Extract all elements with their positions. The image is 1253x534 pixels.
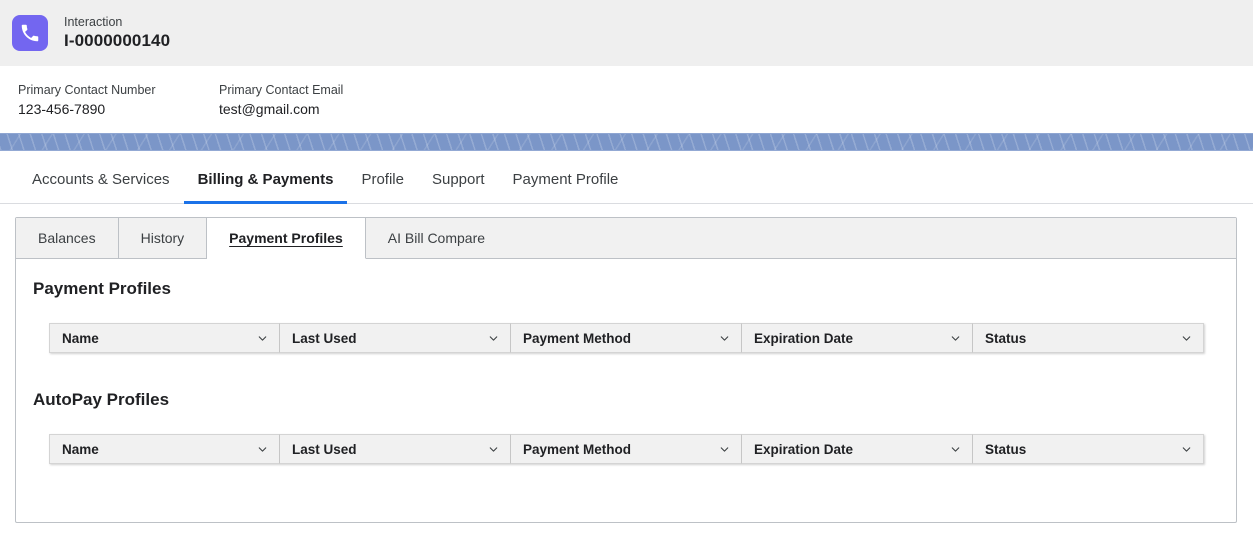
column-header-last-used[interactable]: Last Used <box>280 434 511 464</box>
chevron-down-icon <box>951 446 960 452</box>
column-header-name[interactable]: Name <box>49 434 280 464</box>
subtab-history[interactable]: History <box>118 218 208 258</box>
column-header-payment-method[interactable]: Payment Method <box>511 434 742 464</box>
tab-payment-profile[interactable]: Payment Profile <box>499 170 633 204</box>
chevron-down-icon <box>258 446 267 452</box>
primary-navigation: Accounts & Services Billing & Payments P… <box>0 151 1253 204</box>
primary-contact-number-value: 123-456-7890 <box>18 100 106 117</box>
column-header-expiration-date-label: Expiration Date <box>754 441 854 457</box>
column-header-name-label: Name <box>62 441 99 457</box>
chevron-down-icon <box>720 335 729 341</box>
chevron-down-icon <box>720 446 729 452</box>
phone-icon <box>12 15 48 51</box>
chevron-down-icon <box>489 446 498 452</box>
record-type-label: Interaction <box>64 15 123 29</box>
tab-support[interactable]: Support <box>418 170 499 204</box>
primary-contact-email-value: test@gmail.com <box>219 100 320 117</box>
chevron-down-icon <box>1182 446 1191 452</box>
decorative-banner <box>0 133 1253 151</box>
chevron-down-icon <box>951 335 960 341</box>
chevron-down-icon <box>1182 335 1191 341</box>
column-header-status[interactable]: Status <box>973 434 1204 464</box>
column-header-last-used-label: Last Used <box>292 330 357 346</box>
autopay-profiles-table: Name Last Used Payment Method Expiration… <box>49 434 1204 464</box>
column-header-status-label: Status <box>985 330 1027 346</box>
column-header-payment-method[interactable]: Payment Method <box>511 323 742 353</box>
chevron-down-icon <box>258 335 267 341</box>
column-header-expiration-date[interactable]: Expiration Date <box>742 434 973 464</box>
column-header-status-label: Status <box>985 441 1027 457</box>
payment-profiles-table: Name Last Used Payment Method Expiration… <box>49 323 1204 353</box>
autopay-profiles-heading: AutoPay Profiles <box>33 390 170 409</box>
column-header-name-label: Name <box>62 330 99 346</box>
payment-profiles-section: Payment Profiles Name Last Used Payment … <box>16 278 1236 353</box>
billing-content-card: Balances History Payment Profiles AI Bil… <box>15 217 1237 523</box>
record-id: I-0000000140 <box>64 31 171 50</box>
sub-tab-bar: Balances History Payment Profiles AI Bil… <box>16 218 1236 259</box>
tab-accounts-services[interactable]: Accounts & Services <box>18 170 184 204</box>
record-header: Interaction I-0000000140 <box>0 0 1253 66</box>
subtab-payment-profiles[interactable]: Payment Profiles <box>207 218 366 259</box>
card-body: Payment Profiles Name Last Used Payment … <box>16 259 1236 464</box>
contact-details-strip: Primary Contact Number 123-456-7890 Prim… <box>0 66 1253 133</box>
primary-contact-number-field: Primary Contact Number 123-456-7890 <box>18 81 219 119</box>
primary-contact-number-label: Primary Contact Number <box>18 82 156 97</box>
column-header-name[interactable]: Name <box>49 323 280 353</box>
column-header-expiration-date-label: Expiration Date <box>754 330 854 346</box>
column-header-last-used[interactable]: Last Used <box>280 323 511 353</box>
payment-profiles-heading: Payment Profiles <box>33 279 171 298</box>
column-header-status[interactable]: Status <box>973 323 1204 353</box>
table-header-row: Name Last Used Payment Method Expiration… <box>49 434 1204 464</box>
column-header-payment-method-label: Payment Method <box>523 330 632 346</box>
record-title-block: Interaction I-0000000140 <box>64 14 170 52</box>
column-header-last-used-label: Last Used <box>292 441 357 457</box>
autopay-profiles-section: AutoPay Profiles Name Last Used Payment … <box>16 389 1236 464</box>
subtab-ai-bill-compare[interactable]: AI Bill Compare <box>365 218 1236 258</box>
tab-profile[interactable]: Profile <box>347 170 418 204</box>
column-header-payment-method-label: Payment Method <box>523 441 632 457</box>
subtab-balances[interactable]: Balances <box>16 218 119 258</box>
table-header-row: Name Last Used Payment Method Expiration… <box>49 323 1204 353</box>
primary-contact-email-field: Primary Contact Email test@gmail.com <box>219 81 343 119</box>
primary-contact-email-label: Primary Contact Email <box>219 82 344 97</box>
tab-billing-payments[interactable]: Billing & Payments <box>183 170 348 204</box>
chevron-down-icon <box>489 335 498 341</box>
column-header-expiration-date[interactable]: Expiration Date <box>742 323 973 353</box>
